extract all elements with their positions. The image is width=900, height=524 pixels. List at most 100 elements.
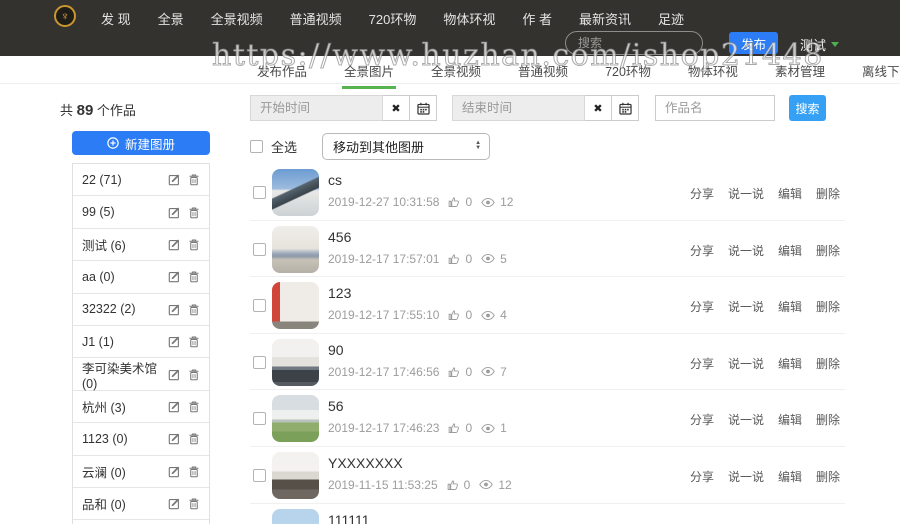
- start-time-clear-button[interactable]: ✖: [383, 95, 410, 121]
- album-row[interactable]: 22 (71): [73, 164, 209, 197]
- album-row[interactable]: 杭州 (3): [73, 391, 209, 424]
- album-row[interactable]: 32322 (2): [73, 294, 209, 326]
- tab-publish-work[interactable]: 发布作品: [255, 56, 309, 86]
- work-checkbox[interactable]: [253, 412, 266, 426]
- tab-material-manage[interactable]: 素材管理: [773, 56, 827, 86]
- share-link[interactable]: 分享: [690, 298, 714, 315]
- trash-icon[interactable]: [188, 400, 200, 413]
- trash-icon[interactable]: [188, 368, 200, 381]
- edit-link[interactable]: 编辑: [778, 468, 802, 485]
- nav-item-object-view[interactable]: 物体环视: [443, 9, 495, 28]
- edit-icon[interactable]: [168, 335, 181, 348]
- work-checkbox[interactable]: [253, 355, 266, 369]
- navbar-search-input[interactable]: [565, 31, 703, 55]
- work-checkbox[interactable]: [253, 186, 266, 199]
- edit-icon[interactable]: [168, 432, 181, 445]
- share-link[interactable]: 分享: [690, 355, 714, 372]
- new-album-button[interactable]: 新建图册: [72, 131, 210, 155]
- edit-link[interactable]: 编辑: [778, 298, 802, 315]
- nav-item-panorama-video[interactable]: 全景视频: [211, 9, 263, 28]
- work-thumbnail[interactable]: [272, 225, 319, 273]
- work-thumbnail[interactable]: [272, 451, 319, 499]
- work-thumbnail[interactable]: [272, 169, 319, 216]
- end-time-clear-button[interactable]: ✖: [585, 95, 612, 121]
- end-time-calendar-button[interactable]: [612, 95, 639, 121]
- album-row[interactable]: 李可染美术馆 (0): [73, 358, 209, 391]
- move-to-album-select[interactable]: 移动到其他图册 ▲ ▼: [322, 132, 491, 160]
- tab-panorama-video[interactable]: 全景视频: [429, 56, 483, 86]
- share-link[interactable]: 分享: [690, 242, 714, 259]
- edit-icon[interactable]: [168, 497, 181, 510]
- comment-link[interactable]: 说一说: [728, 185, 764, 202]
- work-name-input[interactable]: [655, 95, 775, 121]
- edit-link[interactable]: 编辑: [778, 242, 802, 259]
- album-row[interactable]: aa (0): [73, 261, 209, 294]
- edit-link[interactable]: 编辑: [778, 411, 802, 428]
- edit-icon[interactable]: [168, 270, 181, 283]
- album-row[interactable]: 云澜 (0): [73, 456, 209, 488]
- share-link[interactable]: 分享: [690, 411, 714, 428]
- share-link[interactable]: 分享: [690, 185, 714, 202]
- delete-link[interactable]: 删除: [816, 242, 840, 259]
- comment-link[interactable]: 说一说: [728, 411, 764, 428]
- trash-icon[interactable]: [188, 465, 200, 478]
- album-row[interactable]: 品和 (0): [73, 488, 209, 521]
- delete-link[interactable]: 删除: [816, 298, 840, 315]
- delete-link[interactable]: 删除: [816, 411, 840, 428]
- share-link[interactable]: 分享: [690, 468, 714, 485]
- delete-link[interactable]: 删除: [816, 355, 840, 372]
- edit-link[interactable]: 编辑: [778, 355, 802, 372]
- work-checkbox[interactable]: [253, 468, 266, 482]
- comment-link[interactable]: 说一说: [728, 468, 764, 485]
- edit-icon[interactable]: [168, 400, 181, 413]
- trash-icon[interactable]: [188, 432, 200, 445]
- publish-button[interactable]: 发布: [729, 32, 778, 54]
- edit-link[interactable]: 编辑: [778, 185, 802, 202]
- work-thumbnail[interactable]: [272, 282, 319, 330]
- comment-link[interactable]: 说一说: [728, 355, 764, 372]
- tab-720-object[interactable]: 720环物: [603, 56, 653, 86]
- work-thumbnail[interactable]: [272, 395, 319, 443]
- tab-offline-download[interactable]: 离线下载: [860, 56, 900, 86]
- trash-icon[interactable]: [188, 303, 200, 316]
- nav-item-news[interactable]: 最新资讯: [579, 9, 631, 28]
- comment-link[interactable]: 说一说: [728, 298, 764, 315]
- nav-item-normal-video[interactable]: 普通视频: [290, 9, 342, 28]
- edit-icon[interactable]: [168, 173, 181, 186]
- start-time-calendar-button[interactable]: [410, 95, 437, 121]
- tab-panorama-image[interactable]: 全景图片: [342, 56, 397, 89]
- delete-link[interactable]: 删除: [816, 468, 840, 485]
- nav-item-720-object[interactable]: 720环物: [369, 9, 417, 28]
- edit-icon[interactable]: [168, 238, 181, 251]
- album-row[interactable]: 1123 (0): [73, 423, 209, 456]
- trash-icon[interactable]: [188, 238, 200, 251]
- nav-item-author[interactable]: 作 者: [522, 9, 552, 28]
- trash-icon[interactable]: [188, 173, 200, 186]
- tab-normal-video[interactable]: 普通视频: [516, 56, 570, 86]
- work-thumbnail[interactable]: [272, 508, 319, 524]
- album-row[interactable]: [73, 520, 209, 524]
- trash-icon[interactable]: [188, 497, 200, 510]
- work-checkbox[interactable]: [253, 242, 266, 256]
- user-menu[interactable]: 测试: [800, 35, 840, 54]
- start-time-input[interactable]: [250, 95, 383, 121]
- nav-item-discover[interactable]: 发 现: [101, 9, 131, 28]
- search-button[interactable]: 搜索: [789, 95, 826, 121]
- nav-item-footprint[interactable]: 足迹: [658, 9, 684, 28]
- trash-icon[interactable]: [188, 206, 200, 219]
- album-row[interactable]: J1 (1): [73, 326, 209, 359]
- end-time-input[interactable]: [452, 95, 585, 121]
- delete-link[interactable]: 删除: [816, 185, 840, 202]
- edit-icon[interactable]: [168, 206, 181, 219]
- trash-icon[interactable]: [188, 270, 200, 283]
- work-checkbox[interactable]: [253, 299, 266, 313]
- edit-icon[interactable]: [168, 303, 181, 316]
- edit-icon[interactable]: [168, 368, 181, 381]
- select-all-checkbox[interactable]: [250, 139, 263, 153]
- comment-link[interactable]: 说一说: [728, 242, 764, 259]
- album-row[interactable]: 测试 (6): [73, 229, 209, 262]
- site-logo-icon[interactable]: ♆: [54, 5, 76, 27]
- album-row[interactable]: 99 (5): [73, 196, 209, 229]
- edit-icon[interactable]: [168, 465, 181, 478]
- work-thumbnail[interactable]: [272, 338, 319, 386]
